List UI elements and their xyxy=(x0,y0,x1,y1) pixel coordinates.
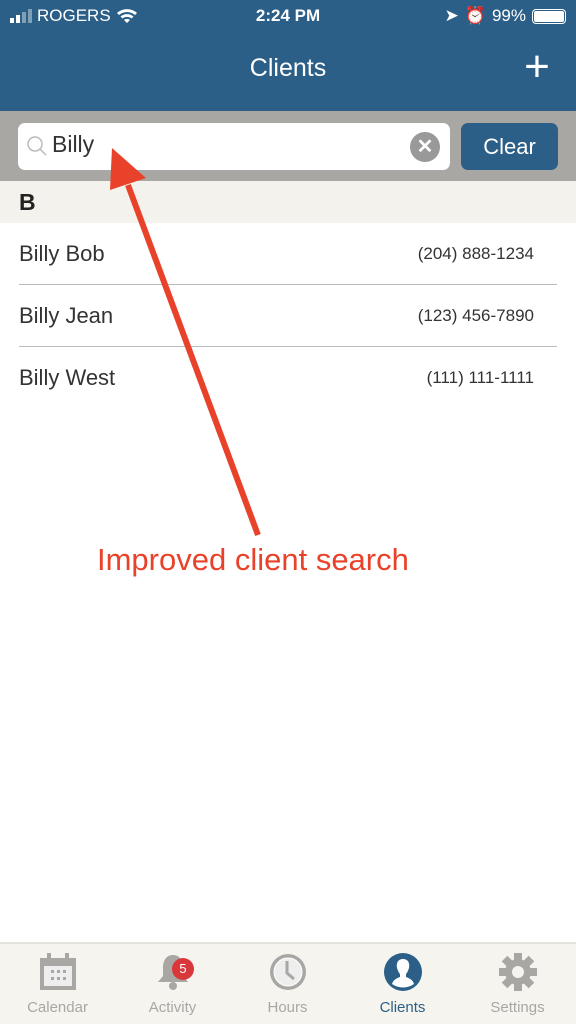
tab-calendar[interactable]: Calendar xyxy=(0,944,115,1024)
clock-icon xyxy=(270,954,306,990)
tab-hours[interactable]: Hours xyxy=(230,944,345,1024)
person-icon xyxy=(384,953,422,991)
activity-badge: 5 xyxy=(172,958,194,980)
tab-clients[interactable]: Clients xyxy=(345,944,460,1024)
gear-icon xyxy=(499,953,537,991)
tab-settings[interactable]: Settings xyxy=(460,944,575,1024)
calendar-icon xyxy=(40,953,76,990)
annotation-arrow xyxy=(110,148,261,537)
tab-activity[interactable]: 5 Activity xyxy=(115,944,230,1024)
annotation-text: Improved client search xyxy=(97,542,409,577)
tab-bar: Calendar 5 Activity Hours Clients Settin… xyxy=(0,942,576,1024)
